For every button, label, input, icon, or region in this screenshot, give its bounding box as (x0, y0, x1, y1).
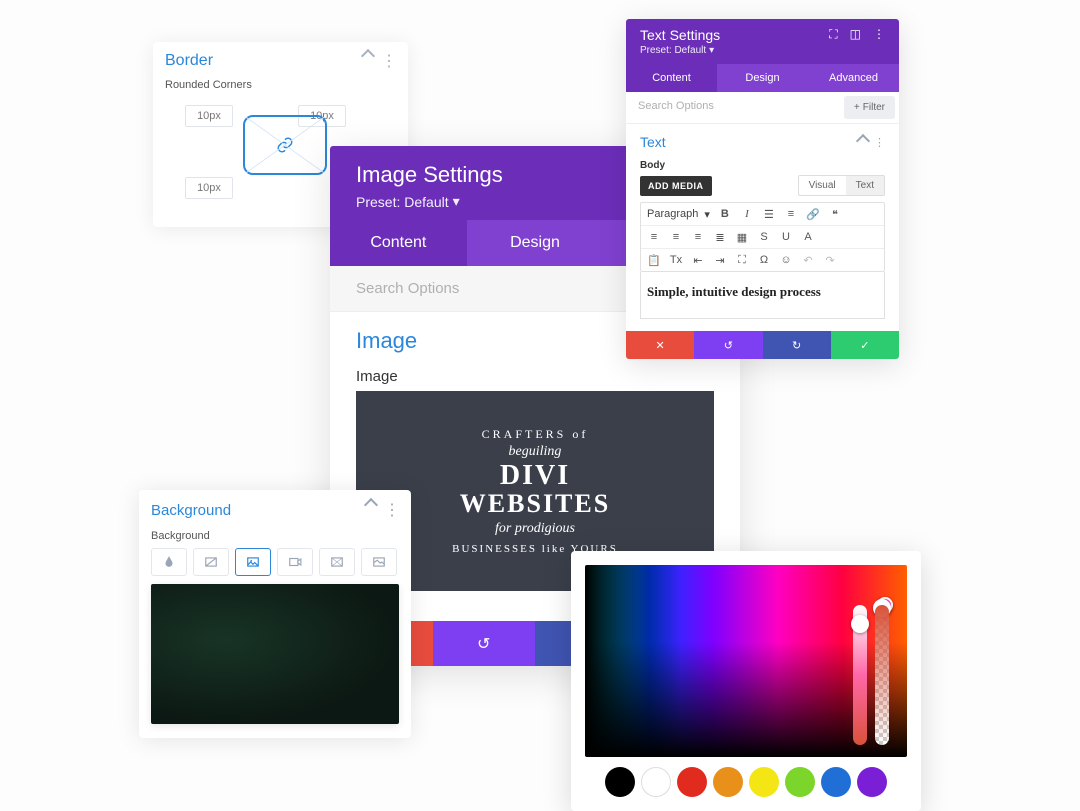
swatch-purple[interactable] (857, 767, 887, 797)
collapse-icon[interactable] (856, 133, 870, 147)
align-center-icon[interactable]: ≡ (669, 230, 683, 244)
color-gradient-field[interactable] (585, 565, 907, 757)
color-picker-panel (571, 551, 921, 811)
caret-down-icon: ▾ (453, 193, 460, 210)
body-label: Body (640, 160, 885, 171)
expand-icon[interactable]: ⛶ (829, 27, 837, 42)
caret-down-icon: ▾ (709, 45, 714, 56)
fullscreen-icon[interactable]: ⛶ (735, 253, 749, 267)
redo-icon[interactable]: ↷ (823, 253, 837, 267)
alpha-handle[interactable] (873, 599, 891, 617)
bold-icon[interactable]: B (718, 207, 732, 221)
swatch-black[interactable] (605, 767, 635, 797)
alpha-slider[interactable] (875, 605, 889, 745)
link-icon[interactable]: 🔗 (806, 207, 820, 221)
table-icon[interactable]: ▦ (735, 230, 749, 244)
swatch-green[interactable] (785, 767, 815, 797)
close-icon: ✕ (656, 339, 665, 352)
background-type-tabs (151, 548, 399, 576)
paste-icon[interactable]: 📋 (647, 253, 661, 267)
image-field-label: Image (356, 368, 714, 385)
collapse-icon[interactable] (361, 49, 375, 63)
clear-format-icon[interactable]: Tx (669, 253, 683, 267)
editor-mode-text[interactable]: Text (846, 176, 884, 195)
strike-icon[interactable]: S (757, 230, 771, 244)
check-icon: ✓ (860, 339, 869, 352)
bullet-list-icon[interactable]: ☰ (762, 207, 776, 221)
text-color-icon[interactable]: A (801, 230, 815, 244)
preset-selector[interactable]: Preset: Default ▾ (640, 45, 720, 56)
swatch-red[interactable] (677, 767, 707, 797)
search-input[interactable]: Search Options (626, 92, 840, 123)
indent-icon[interactable]: ⇥ (713, 253, 727, 267)
bg-tab-pattern[interactable] (319, 548, 355, 576)
undo-icon: ↺ (724, 339, 733, 352)
editor-toolbar: Paragraph▾ B I ☰ ≡ 🔗 ❝ ≡ ≡ ≡ ≣ ▦ S U A 📋… (640, 202, 885, 272)
more-icon[interactable]: ⋮ (384, 500, 399, 520)
background-image-preview[interactable] (151, 584, 399, 724)
bg-tab-video[interactable] (277, 548, 313, 576)
bg-tab-mask[interactable] (361, 548, 397, 576)
editor-mode-visual[interactable]: Visual (799, 176, 846, 195)
tab-design[interactable]: Design (467, 220, 604, 266)
snap-icon[interactable]: ◫ (850, 27, 861, 42)
hue-handle[interactable] (851, 615, 869, 633)
undo-icon[interactable]: ↶ (801, 253, 815, 267)
redo-icon: ↻ (792, 339, 801, 352)
undo-icon: ↺ (477, 634, 490, 654)
bg-tab-image[interactable] (235, 548, 271, 576)
text-section-title: Text (640, 134, 666, 150)
background-field-label: Background (151, 530, 399, 542)
number-list-icon[interactable]: ≡ (784, 207, 798, 221)
color-swatches (585, 767, 907, 797)
underline-icon[interactable]: U (779, 230, 793, 244)
bg-tab-color[interactable] (151, 548, 187, 576)
corner-link-box (243, 115, 327, 175)
redo-button[interactable]: ↻ (763, 331, 831, 359)
bg-tab-gradient[interactable] (193, 548, 229, 576)
hue-slider[interactable] (853, 605, 867, 745)
border-title: Border (165, 52, 213, 70)
cancel-button[interactable]: ✕ (626, 331, 694, 359)
swatch-orange[interactable] (713, 767, 743, 797)
special-char-icon[interactable]: Ω (757, 253, 771, 267)
align-justify-icon[interactable]: ≣ (713, 230, 727, 244)
more-icon[interactable]: ⋮ (873, 27, 885, 42)
undo-button[interactable]: ↺ (694, 331, 762, 359)
collapse-icon[interactable] (364, 498, 378, 512)
paragraph-selector[interactable]: Paragraph▾ (647, 208, 710, 221)
swatch-blue[interactable] (821, 767, 851, 797)
more-icon[interactable]: ⋮ (874, 136, 885, 149)
italic-icon[interactable]: I (740, 207, 754, 221)
undo-button[interactable]: ↺ (433, 621, 536, 666)
save-button[interactable]: ✓ (831, 331, 899, 359)
background-title: Background (151, 502, 231, 519)
swatch-yellow[interactable] (749, 767, 779, 797)
outdent-icon[interactable]: ⇤ (691, 253, 705, 267)
filter-button[interactable]: +Filter (844, 96, 895, 119)
tab-advanced[interactable]: Advanced (808, 64, 899, 92)
add-media-button[interactable]: ADD MEDIA (640, 176, 712, 196)
background-panel: Background ⋮ Background (139, 490, 411, 738)
corner-bottom-left-input[interactable] (185, 177, 233, 199)
text-editor[interactable]: Simple, intuitive design process (640, 272, 885, 319)
corner-top-left-input[interactable] (185, 105, 233, 127)
text-settings-title: Text Settings (640, 27, 720, 43)
text-settings-header: Text Settings Preset: Default ▾ ⛶ ◫ ⋮ (626, 19, 899, 64)
swatch-white[interactable] (641, 767, 671, 797)
tab-content[interactable]: Content (330, 220, 467, 266)
align-left-icon[interactable]: ≡ (647, 230, 661, 244)
more-icon[interactable]: ⋮ (381, 51, 396, 71)
align-right-icon[interactable]: ≡ (691, 230, 705, 244)
tab-content[interactable]: Content (626, 64, 717, 92)
quote-icon[interactable]: ❝ (828, 207, 842, 221)
rounded-corners-label: Rounded Corners (165, 79, 396, 91)
text-settings-panel: Text Settings Preset: Default ▾ ⛶ ◫ ⋮ Co… (626, 19, 899, 359)
border-header: Border ⋮ (165, 51, 396, 71)
emoji-icon[interactable]: ☺ (779, 253, 793, 267)
tab-design[interactable]: Design (717, 64, 808, 92)
